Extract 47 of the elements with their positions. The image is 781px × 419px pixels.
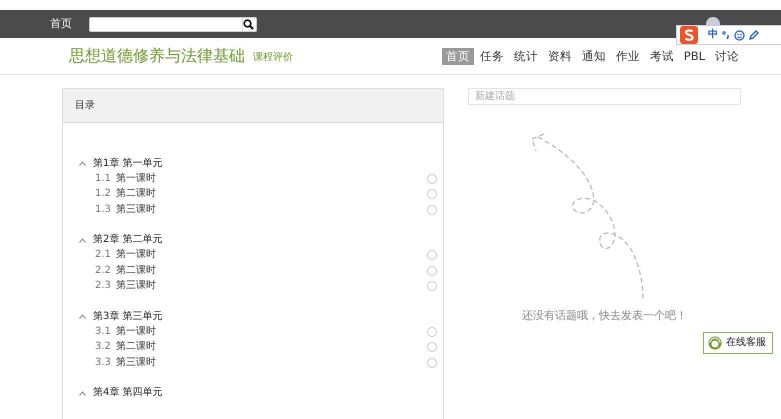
nav-tab[interactable]: 通知: [578, 48, 610, 65]
nav-tab[interactable]: PBL: [680, 48, 709, 65]
nav-tab[interactable]: 资料: [544, 48, 576, 65]
pen-icon[interactable]: [749, 30, 759, 40]
caret-up-icon[interactable]: [79, 314, 86, 319]
nav-tab[interactable]: 统计: [510, 48, 542, 65]
nav-tab[interactable]: 任务: [476, 48, 508, 65]
nav-tab[interactable]: 讨论: [711, 48, 743, 65]
lesson-title[interactable]: 第三课时: [116, 280, 156, 292]
lesson-number: 1.2: [95, 188, 112, 200]
punctuation-icon[interactable]: [722, 31, 730, 39]
nav-tab[interactable]: 考试: [646, 48, 678, 65]
nav-tab[interactable]: 作业: [612, 48, 644, 65]
lesson-number: 3.2: [95, 341, 112, 354]
lesson-number: 2.2: [95, 264, 112, 277]
lesson-title[interactable]: 第二课时: [116, 264, 156, 277]
chapter-title[interactable]: 第1章 第一单元: [93, 158, 163, 170]
lesson-number: 1.3: [95, 204, 112, 216]
lesson-title[interactable]: 第一课时: [116, 249, 156, 262]
course-title: 思想道德修养与法律基础: [69, 46, 245, 66]
chapter-title[interactable]: 第3章 第三单元: [93, 310, 163, 322]
home-link[interactable]: 首页: [50, 17, 72, 31]
chapter-title[interactable]: 第4章 第四单元: [93, 387, 163, 399]
online-service-button[interactable]: 在线客服: [703, 332, 773, 354]
input-mode-label[interactable]: 中: [708, 29, 718, 41]
lesson-number: 3.1: [95, 326, 112, 338]
empty-message: 还没有话题哦，快去发表一个吧！: [522, 309, 687, 322]
lesson-number: 1.1: [95, 172, 112, 185]
caret-up-icon[interactable]: [79, 390, 86, 396]
lesson-title[interactable]: 第二课时: [116, 341, 156, 354]
caret-up-icon[interactable]: [79, 161, 86, 166]
catalog-title: 目录: [63, 89, 443, 123]
input-method-logo-icon[interactable]: [680, 26, 698, 44]
lesson-title[interactable]: 第一课时: [116, 172, 156, 185]
lesson-title[interactable]: 第一课时: [116, 326, 156, 338]
search-field[interactable]: [89, 16, 257, 32]
lesson-title[interactable]: 第三课时: [116, 204, 156, 216]
lesson-number: 2.1: [95, 249, 112, 262]
chapter-title[interactable]: 第2章 第二单元: [93, 234, 163, 246]
search-icon[interactable]: [243, 18, 254, 30]
lesson-title[interactable]: 第三课时: [116, 356, 156, 369]
new-topic-field[interactable]: 新建话题: [468, 88, 741, 105]
lesson-number: 2.3: [95, 280, 112, 292]
smiley-icon[interactable]: [734, 30, 745, 40]
caret-up-icon[interactable]: [79, 238, 86, 242]
lesson-title[interactable]: 第二课时: [116, 188, 156, 200]
lesson-number: 3.3: [95, 356, 112, 369]
